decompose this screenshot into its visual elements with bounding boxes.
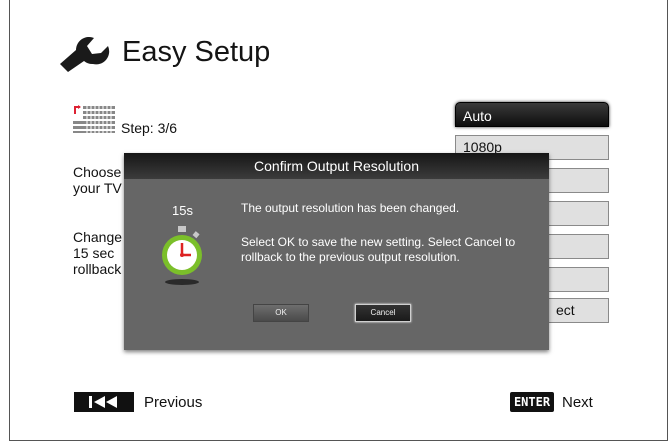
- confirm-dialog: Confirm Output Resolution 15s The output…: [124, 153, 549, 350]
- countdown-timer: 15s: [172, 203, 193, 218]
- ok-button[interactable]: OK: [253, 304, 309, 322]
- previous-label[interactable]: Previous: [144, 394, 202, 411]
- dialog-message-changed: The output resolution has been changed.: [241, 201, 460, 215]
- wrench-icon: [60, 37, 110, 72]
- resolution-option-auto[interactable]: Auto: [455, 102, 609, 127]
- page-title: Easy Setup: [122, 36, 271, 68]
- skip-previous-icon[interactable]: [74, 392, 134, 412]
- dialog-message-instructions: Select OK to save the new setting. Selec…: [241, 235, 516, 264]
- step-indicator: Step: 3/6: [121, 120, 178, 136]
- enter-key-icon[interactable]: ENTER: [510, 392, 554, 412]
- cancel-button[interactable]: Cancel: [355, 304, 411, 322]
- stopwatch-icon: [162, 226, 202, 285]
- dialog-title: Confirm Output Resolution: [124, 153, 549, 179]
- step-grid-icon: [73, 104, 115, 134]
- next-label[interactable]: Next: [562, 394, 593, 411]
